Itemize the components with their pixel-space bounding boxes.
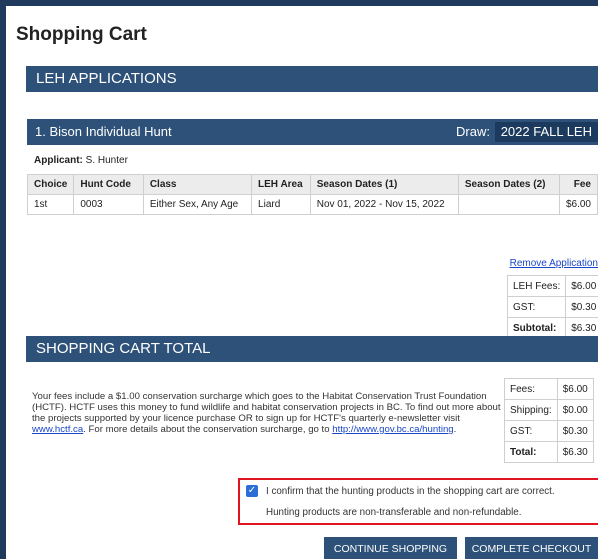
fee-label: Total:: [504, 441, 558, 463]
fee-value: $0.00: [556, 399, 594, 421]
table-row: 1st 0003 Either Sex, Any Age Liard Nov 0…: [26, 194, 598, 215]
cell-season-dates-1: Nov 01, 2022 - Nov 15, 2022: [309, 194, 459, 215]
column-header-fee: Fee: [558, 174, 598, 195]
leh-fees-table: LEH Fees: $6.00 GST: $0.30 Subtotal: $6.…: [506, 275, 598, 339]
confirm-text: I confirm that the hunting products in t…: [266, 485, 555, 497]
fee-row: GST: $0.30: [506, 296, 598, 318]
fee-row: Shipping: $0.00: [504, 399, 594, 421]
info-text-part: .: [453, 424, 457, 435]
fee-label: GST:: [506, 296, 567, 318]
column-header-leh-area: LEH Area: [251, 174, 311, 195]
applicant-name: S. Hunter: [85, 155, 128, 166]
applicant-line: Applicant: S. Hunter: [34, 155, 128, 166]
confirm-checkbox[interactable]: ✓: [246, 485, 258, 497]
total-fees-table: Fees: $6.00 Shipping: $0.00 GST: $0.30 T…: [504, 378, 594, 463]
draw-value: 2022 FALL LEH: [494, 122, 598, 142]
page-title: Shopping Cart: [16, 24, 147, 45]
fee-value: $0.30: [556, 420, 594, 442]
cell-leh-area: Liard: [251, 194, 311, 215]
complete-checkout-button[interactable]: COMPLETE CHECKOUT: [465, 537, 598, 559]
conservation-surcharge-info: Your fees include a $1.00 conservation s…: [32, 391, 502, 435]
shopping-cart-panel: Shopping Cart LEH APPLICATIONS 1. Bison …: [6, 6, 598, 559]
fee-row: Total: $6.30: [504, 441, 594, 463]
continue-shopping-button[interactable]: CONTINUE SHOPPING: [324, 537, 457, 559]
fee-value: $6.30: [556, 441, 594, 463]
confirm-section: ✓ I confirm that the hunting products in…: [238, 478, 598, 525]
fee-value: $6.00: [565, 275, 598, 297]
gov-hunting-link[interactable]: http://www.gov.bc.ca/hunting: [332, 424, 453, 435]
leh-applications-header: LEH APPLICATIONS: [26, 66, 598, 92]
cell-class: Either Sex, Any Age: [142, 194, 253, 215]
confirm-row: ✓ I confirm that the hunting products in…: [246, 485, 555, 497]
applicant-label: Applicant:: [34, 155, 83, 166]
leh-applications-title: LEH APPLICATIONS: [36, 70, 177, 87]
cell-hunt-code: 0003: [73, 194, 144, 215]
column-header-hunt-code: Hunt Code: [73, 174, 144, 195]
hunt-header: 1. Bison Individual Hunt Draw: 2022 FALL…: [27, 119, 598, 145]
info-text-part: Your fees include a $1.00 conservation s…: [32, 391, 501, 424]
cell-choice: 1st: [26, 194, 75, 215]
fee-row: Fees: $6.00: [504, 378, 594, 400]
fee-label: LEH Fees:: [506, 275, 567, 297]
cart-total-header: SHOPPING CART TOTAL: [26, 336, 598, 362]
hctf-link[interactable]: www.hctf.ca: [32, 424, 83, 435]
hunt-table-header-row: Choice Hunt Code Class LEH Area Season D…: [26, 174, 598, 195]
draw-label: Draw:: [456, 124, 490, 139]
column-header-class: Class: [142, 174, 253, 195]
remove-application-link[interactable]: Remove Application: [510, 258, 598, 269]
fee-value: $6.00: [556, 378, 594, 400]
cell-season-dates-2: [457, 194, 560, 215]
info-text-part: . For more details about the conservatio…: [83, 424, 333, 435]
column-header-choice: Choice: [26, 174, 75, 195]
fee-label: GST:: [504, 420, 558, 442]
fee-label: Fees:: [504, 378, 558, 400]
column-header-season-dates-2: Season Dates (2): [457, 174, 560, 195]
fee-row: GST: $0.30: [504, 420, 594, 442]
fee-row: LEH Fees: $6.00: [506, 275, 598, 297]
fee-value: $0.30: [565, 296, 598, 318]
hunt-table: Choice Hunt Code Class LEH Area Season D…: [26, 174, 598, 215]
fee-label: Shipping:: [504, 399, 558, 421]
hunt-name: 1. Bison Individual Hunt: [35, 124, 172, 139]
cart-total-title: SHOPPING CART TOTAL: [36, 340, 211, 357]
column-header-season-dates-1: Season Dates (1): [309, 174, 459, 195]
non-refundable-note: Hunting products are non-transferable an…: [266, 507, 522, 518]
cell-fee: $6.00: [558, 194, 598, 215]
